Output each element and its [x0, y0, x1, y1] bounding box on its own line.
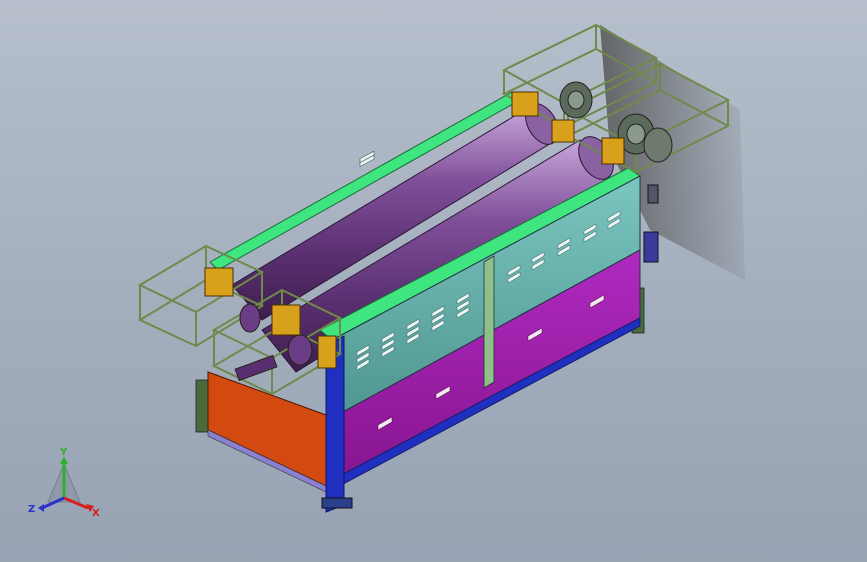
coordinate-triad: Y X Z: [28, 447, 100, 519]
y-axis-label: Y: [59, 447, 68, 458]
end-panel: [207, 371, 327, 487]
leg-foot: [321, 497, 353, 509]
z-axis-label: Z: [28, 504, 35, 515]
graphics-viewport[interactable]: Y X Z: [0, 0, 867, 562]
cad-model[interactable]: [0, 0, 867, 562]
vent-grilles: [359, 150, 375, 168]
center-post: [483, 255, 495, 389]
z-axis-arrow: [38, 504, 44, 512]
x-axis-label: X: [92, 508, 100, 519]
